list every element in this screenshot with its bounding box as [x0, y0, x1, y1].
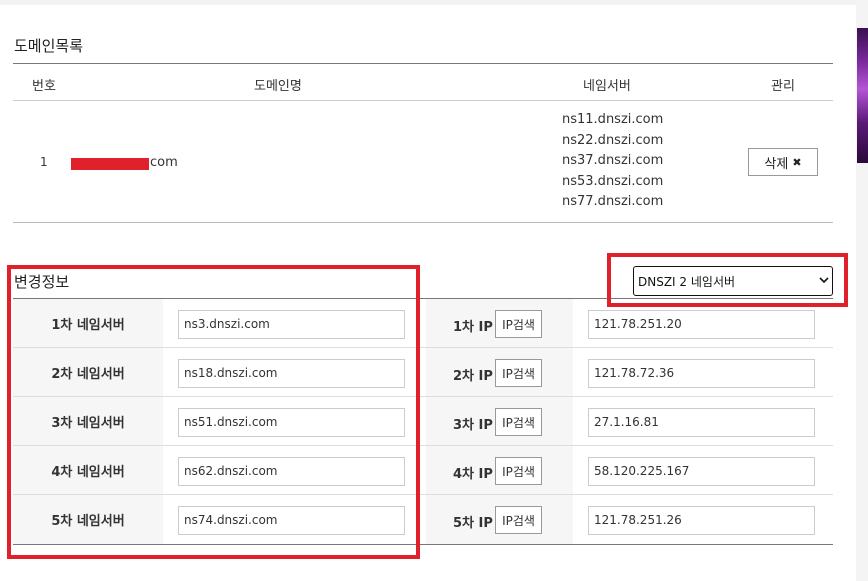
nameserver-item: ns77.dnszi.com: [562, 194, 664, 210]
ip-label-cell: 3차 IP IP검색: [426, 397, 573, 445]
domain-list-title: 도메인목록: [14, 37, 84, 55]
ip-input[interactable]: 121.78.251.20: [588, 310, 815, 339]
ip-search-button[interactable]: IP검색: [495, 310, 542, 338]
ip-label: 1차 IP: [453, 320, 493, 335]
delete-label: 삭제: [764, 156, 789, 172]
ip-label-cell: 4차 IP IP검색: [426, 446, 573, 494]
ip-input[interactable]: 27.1.16.81: [588, 408, 815, 437]
nameserver-item: ns37.dnszi.com: [562, 153, 664, 169]
ip-search-button[interactable]: IP검색: [495, 359, 542, 387]
ip-label: 2차 IP: [453, 369, 493, 384]
row-number: 1: [40, 155, 48, 169]
nameserver-item: ns22.dnszi.com: [562, 132, 664, 148]
header-domain: 도메인명: [254, 79, 302, 94]
ip-search-button[interactable]: IP검색: [495, 408, 542, 436]
domain-suffix: com: [150, 155, 178, 170]
header-manage: 관리: [771, 79, 795, 94]
header-num: 번호: [32, 79, 56, 94]
ip-input[interactable]: 58.120.225.167: [588, 457, 815, 486]
table-row: 1 com ns11.dnszi.com ns22.dnszi.com ns37…: [13, 101, 833, 223]
ip-input[interactable]: 121.78.72.36: [588, 359, 815, 388]
ip-search-button[interactable]: IP검색: [495, 506, 542, 534]
highlight-box-select: [607, 253, 848, 307]
top-bar: [0, 0, 856, 5]
header-nameserver: 네임서버: [583, 79, 631, 94]
side-banner-image: [857, 28, 868, 163]
highlight-box-nameservers: [7, 265, 420, 559]
delete-button[interactable]: 삭제 ✖: [748, 148, 818, 176]
ip-input[interactable]: 121.78.251.26: [588, 506, 815, 535]
ip-label: 4차 IP: [453, 467, 493, 482]
ip-label: 3차 IP: [453, 418, 493, 433]
close-icon: ✖: [792, 155, 802, 169]
redacted-domain: [71, 158, 149, 170]
nameserver-item: ns11.dnszi.com: [562, 112, 664, 127]
ip-search-button[interactable]: IP검색: [495, 457, 542, 485]
ip-label: 5차 IP: [453, 516, 493, 531]
nameserver-item: ns53.dnszi.com: [562, 173, 664, 189]
domain-table: 번호 도메인명 네임서버 관리 1 com ns11.dnszi.com ns2…: [13, 63, 833, 223]
domain-table-header: 번호 도메인명 네임서버 관리: [13, 63, 833, 101]
ip-label-cell: 5차 IP IP검색: [426, 495, 573, 544]
nameserver-list: ns11.dnszi.com ns22.dnszi.com ns37.dnszi…: [562, 110, 663, 213]
ip-label-cell: 1차 IP IP검색: [426, 299, 573, 347]
ip-label-cell: 2차 IP IP검색: [426, 348, 573, 396]
